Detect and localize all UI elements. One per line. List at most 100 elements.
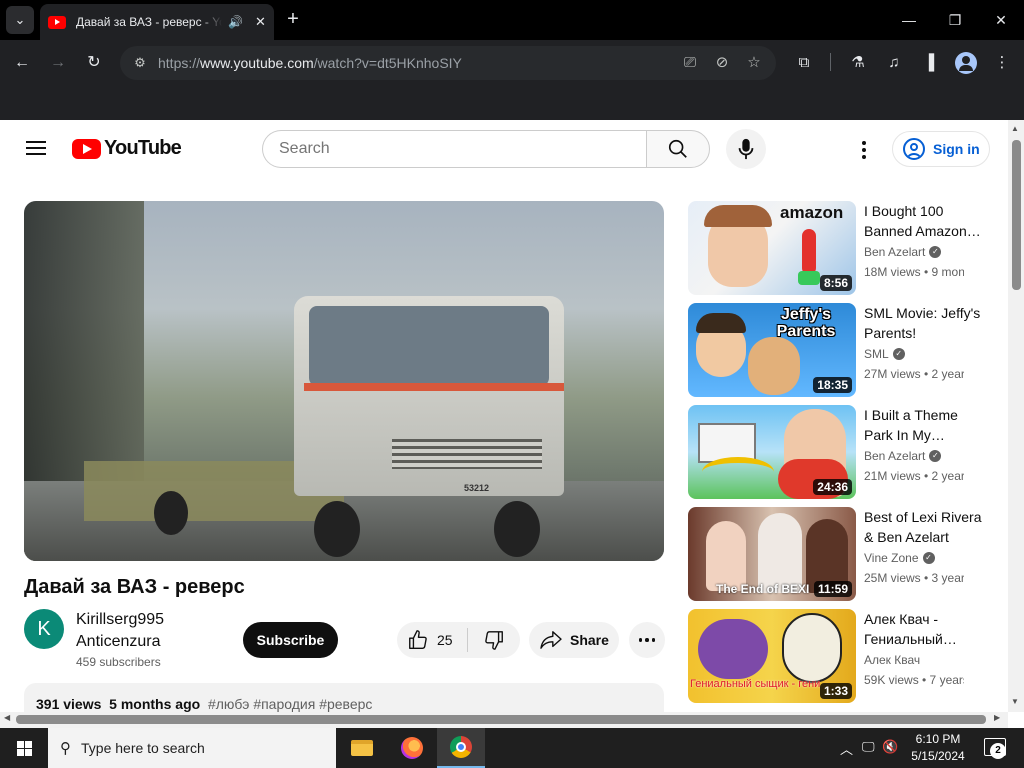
horizontal-scrollbar-thumb[interactable] (16, 715, 986, 724)
address-bar[interactable]: ⚙ https://www.youtube.com/watch?v=dt5HKn… (120, 46, 776, 80)
thumb-coaster (702, 457, 774, 487)
search-icon: ⚲ (60, 740, 71, 757)
recommendation-thumbnail[interactable]: 24:36 (688, 405, 856, 499)
search-input[interactable] (262, 130, 646, 168)
start-button[interactable] (0, 728, 48, 768)
extensions-puzzle-icon[interactable]: ⧉ (793, 52, 815, 74)
recommendation-thumbnail[interactable]: amazon 8:56 (688, 201, 856, 295)
bookmark-star-icon[interactable]: ☆ (744, 53, 764, 73)
upload-date: 5 months ago (109, 696, 201, 712)
tab-strip: ⌄ Давай за ВАЗ - реверс - YouTube 🔊 ✕ + … (0, 0, 1024, 40)
reload-icon[interactable]: ↻ (82, 51, 106, 75)
restore-icon[interactable]: ❐ (940, 8, 970, 32)
recommendation-item[interactable]: The End of BEXI 11:59 Best of Lexi River… (688, 507, 998, 601)
video-frame-wheel (494, 501, 540, 557)
recommendation-thumbnail[interactable]: Гениальный сыщик - гениальный ... исполн… (688, 609, 856, 703)
chrome-icon (450, 736, 472, 758)
recommendation-item[interactable]: Гениальный сыщик - гениальный ... исполн… (688, 609, 998, 703)
tab-search-chevron-icon[interactable]: ⌄ (6, 6, 34, 34)
recommendation-title[interactable]: Алек Квач - Гениальный сыщик (864, 609, 988, 649)
youtube-logo[interactable]: YouTube (72, 137, 182, 160)
profile-avatar-icon[interactable] (955, 52, 977, 74)
recommendation-item[interactable]: Jeffy's Parents 18:35 SML Movie: Jeffy's… (688, 303, 998, 397)
recommendation-meta: 21M views • 2 years ago (864, 469, 964, 483)
file-explorer-button[interactable] (338, 728, 386, 768)
recommendation-channel[interactable]: Ben Azelart ✓ (864, 245, 988, 259)
search-button[interactable] (646, 130, 710, 168)
subscribe-button[interactable]: Subscribe (243, 622, 338, 658)
thumb-caption: Гениальный сыщик - гениальный ... исполн… (690, 679, 820, 690)
recommendation-channel[interactable]: Vine Zone ✓ (864, 551, 988, 565)
scroll-right-arrow-icon[interactable]: ▶ (994, 713, 1000, 722)
hamburger-menu-icon[interactable] (26, 141, 46, 155)
share-arrow-icon (540, 631, 562, 649)
tray-chevron-up-icon[interactable]: ︿ (840, 739, 853, 758)
video-duration: 24:36 (813, 479, 852, 495)
close-tab-icon[interactable]: ✕ (255, 14, 266, 30)
window-close-icon[interactable]: ✕ (986, 8, 1016, 32)
video-player[interactable]: 53212 (24, 201, 664, 561)
side-panel-icon[interactable]: ▐ (918, 52, 940, 74)
video-frame-stripe (304, 383, 564, 391)
scroll-left-arrow-icon[interactable]: ◀ (4, 713, 10, 722)
hashtags[interactable]: #любэ #пародия #реверс (208, 696, 372, 712)
scroll-down-arrow-icon[interactable]: ▼ (1011, 697, 1019, 706)
network-icon[interactable]: 🖵 (862, 739, 875, 755)
recommendation-channel[interactable]: Алек Квач (864, 653, 988, 667)
share-button[interactable]: Share (529, 622, 619, 658)
active-tab[interactable]: Давай за ВАЗ - реверс - YouTube 🔊 ✕ (40, 4, 274, 40)
recommendation-title[interactable]: Best of Lexi Rivera & Ben Azelart (864, 507, 988, 547)
voice-search-button[interactable] (726, 129, 766, 169)
site-info-tune-icon[interactable]: ⚙ (130, 55, 150, 71)
thumb-hair (704, 205, 772, 227)
dislike-button[interactable] (468, 622, 520, 658)
youtube-favicon-icon (48, 15, 66, 29)
volume-muted-icon[interactable]: 🔇 (882, 739, 898, 755)
sign-in-button[interactable]: Sign in (892, 131, 990, 167)
tracking-eye-off-icon[interactable]: ⊘ (712, 53, 732, 73)
recommendation-title[interactable]: I Built a Theme Park In My Backyard (864, 405, 988, 445)
scroll-up-arrow-icon[interactable]: ▲ (1011, 124, 1019, 133)
recommendation-item[interactable]: 24:36 I Built a Theme Park In My Backyar… (688, 405, 998, 499)
like-button[interactable]: 25 (397, 622, 467, 658)
channel-avatar[interactable]: K (24, 609, 64, 649)
recommendation-info: I Built a Theme Park In My Backyard Ben … (864, 405, 988, 483)
install-app-icon[interactable]: ⎚ (680, 53, 700, 73)
speaker-icon[interactable]: 🔊 (228, 15, 243, 29)
back-arrow-icon[interactable]: ← (10, 51, 34, 75)
chrome-button[interactable] (437, 728, 485, 768)
thumb-caption: The End of BEXI (716, 582, 810, 596)
system-clock[interactable]: 6:10 PM 5/15/2024 (900, 731, 976, 765)
video-frame-windshield (309, 306, 549, 386)
labs-flask-icon[interactable]: ⚗ (847, 52, 869, 74)
settings-more-icon[interactable] (852, 138, 876, 162)
new-tab-plus-icon[interactable]: + (282, 8, 304, 30)
recommendation-meta: 59K views • 7 years ago (864, 673, 964, 687)
video-frame-plate: 53212 (464, 483, 490, 493)
recommendation-title[interactable]: SML Movie: Jeffy's Parents! (864, 303, 988, 343)
firefox-button[interactable] (388, 728, 436, 768)
recommendation-thumbnail[interactable]: Jeffy's Parents 18:35 (688, 303, 856, 397)
recommendation-thumbnail[interactable]: The End of BEXI 11:59 (688, 507, 856, 601)
forward-arrow-icon[interactable]: → (46, 51, 70, 75)
recommendation-item[interactable]: amazon 8:56 I Bought 100 Banned Amazon P… (688, 201, 998, 295)
minimize-icon[interactable]: — (894, 8, 924, 32)
thumb-cartoon-right (782, 613, 842, 683)
channel-name-link[interactable]: Kirillserg995 Anticenzura (76, 609, 226, 653)
thumb-puppet-hair (696, 313, 746, 333)
url-text[interactable]: https://www.youtube.com/watch?v=dt5HKnho… (158, 55, 462, 71)
video-frame-wheel (314, 501, 360, 557)
recommendation-channel[interactable]: SML ✓ (864, 347, 988, 361)
microphone-icon (738, 138, 754, 160)
media-controls-icon[interactable]: ♫ (883, 52, 905, 74)
vertical-scrollbar-thumb[interactable] (1012, 140, 1021, 290)
recommendation-title[interactable]: I Bought 100 Banned Amazon Products (864, 201, 988, 241)
recommendation-channel[interactable]: Ben Azelart ✓ (864, 449, 988, 463)
taskbar-search-box[interactable]: ⚲ Type here to search (48, 728, 336, 768)
thumb-puppet-two (748, 337, 800, 395)
verified-check-icon: ✓ (929, 246, 942, 258)
more-actions-icon[interactable] (629, 622, 665, 658)
thumbs-down-icon (485, 631, 503, 650)
chrome-menu-icon[interactable]: ⋮ (991, 52, 1013, 74)
thumb-person-left (706, 521, 746, 591)
